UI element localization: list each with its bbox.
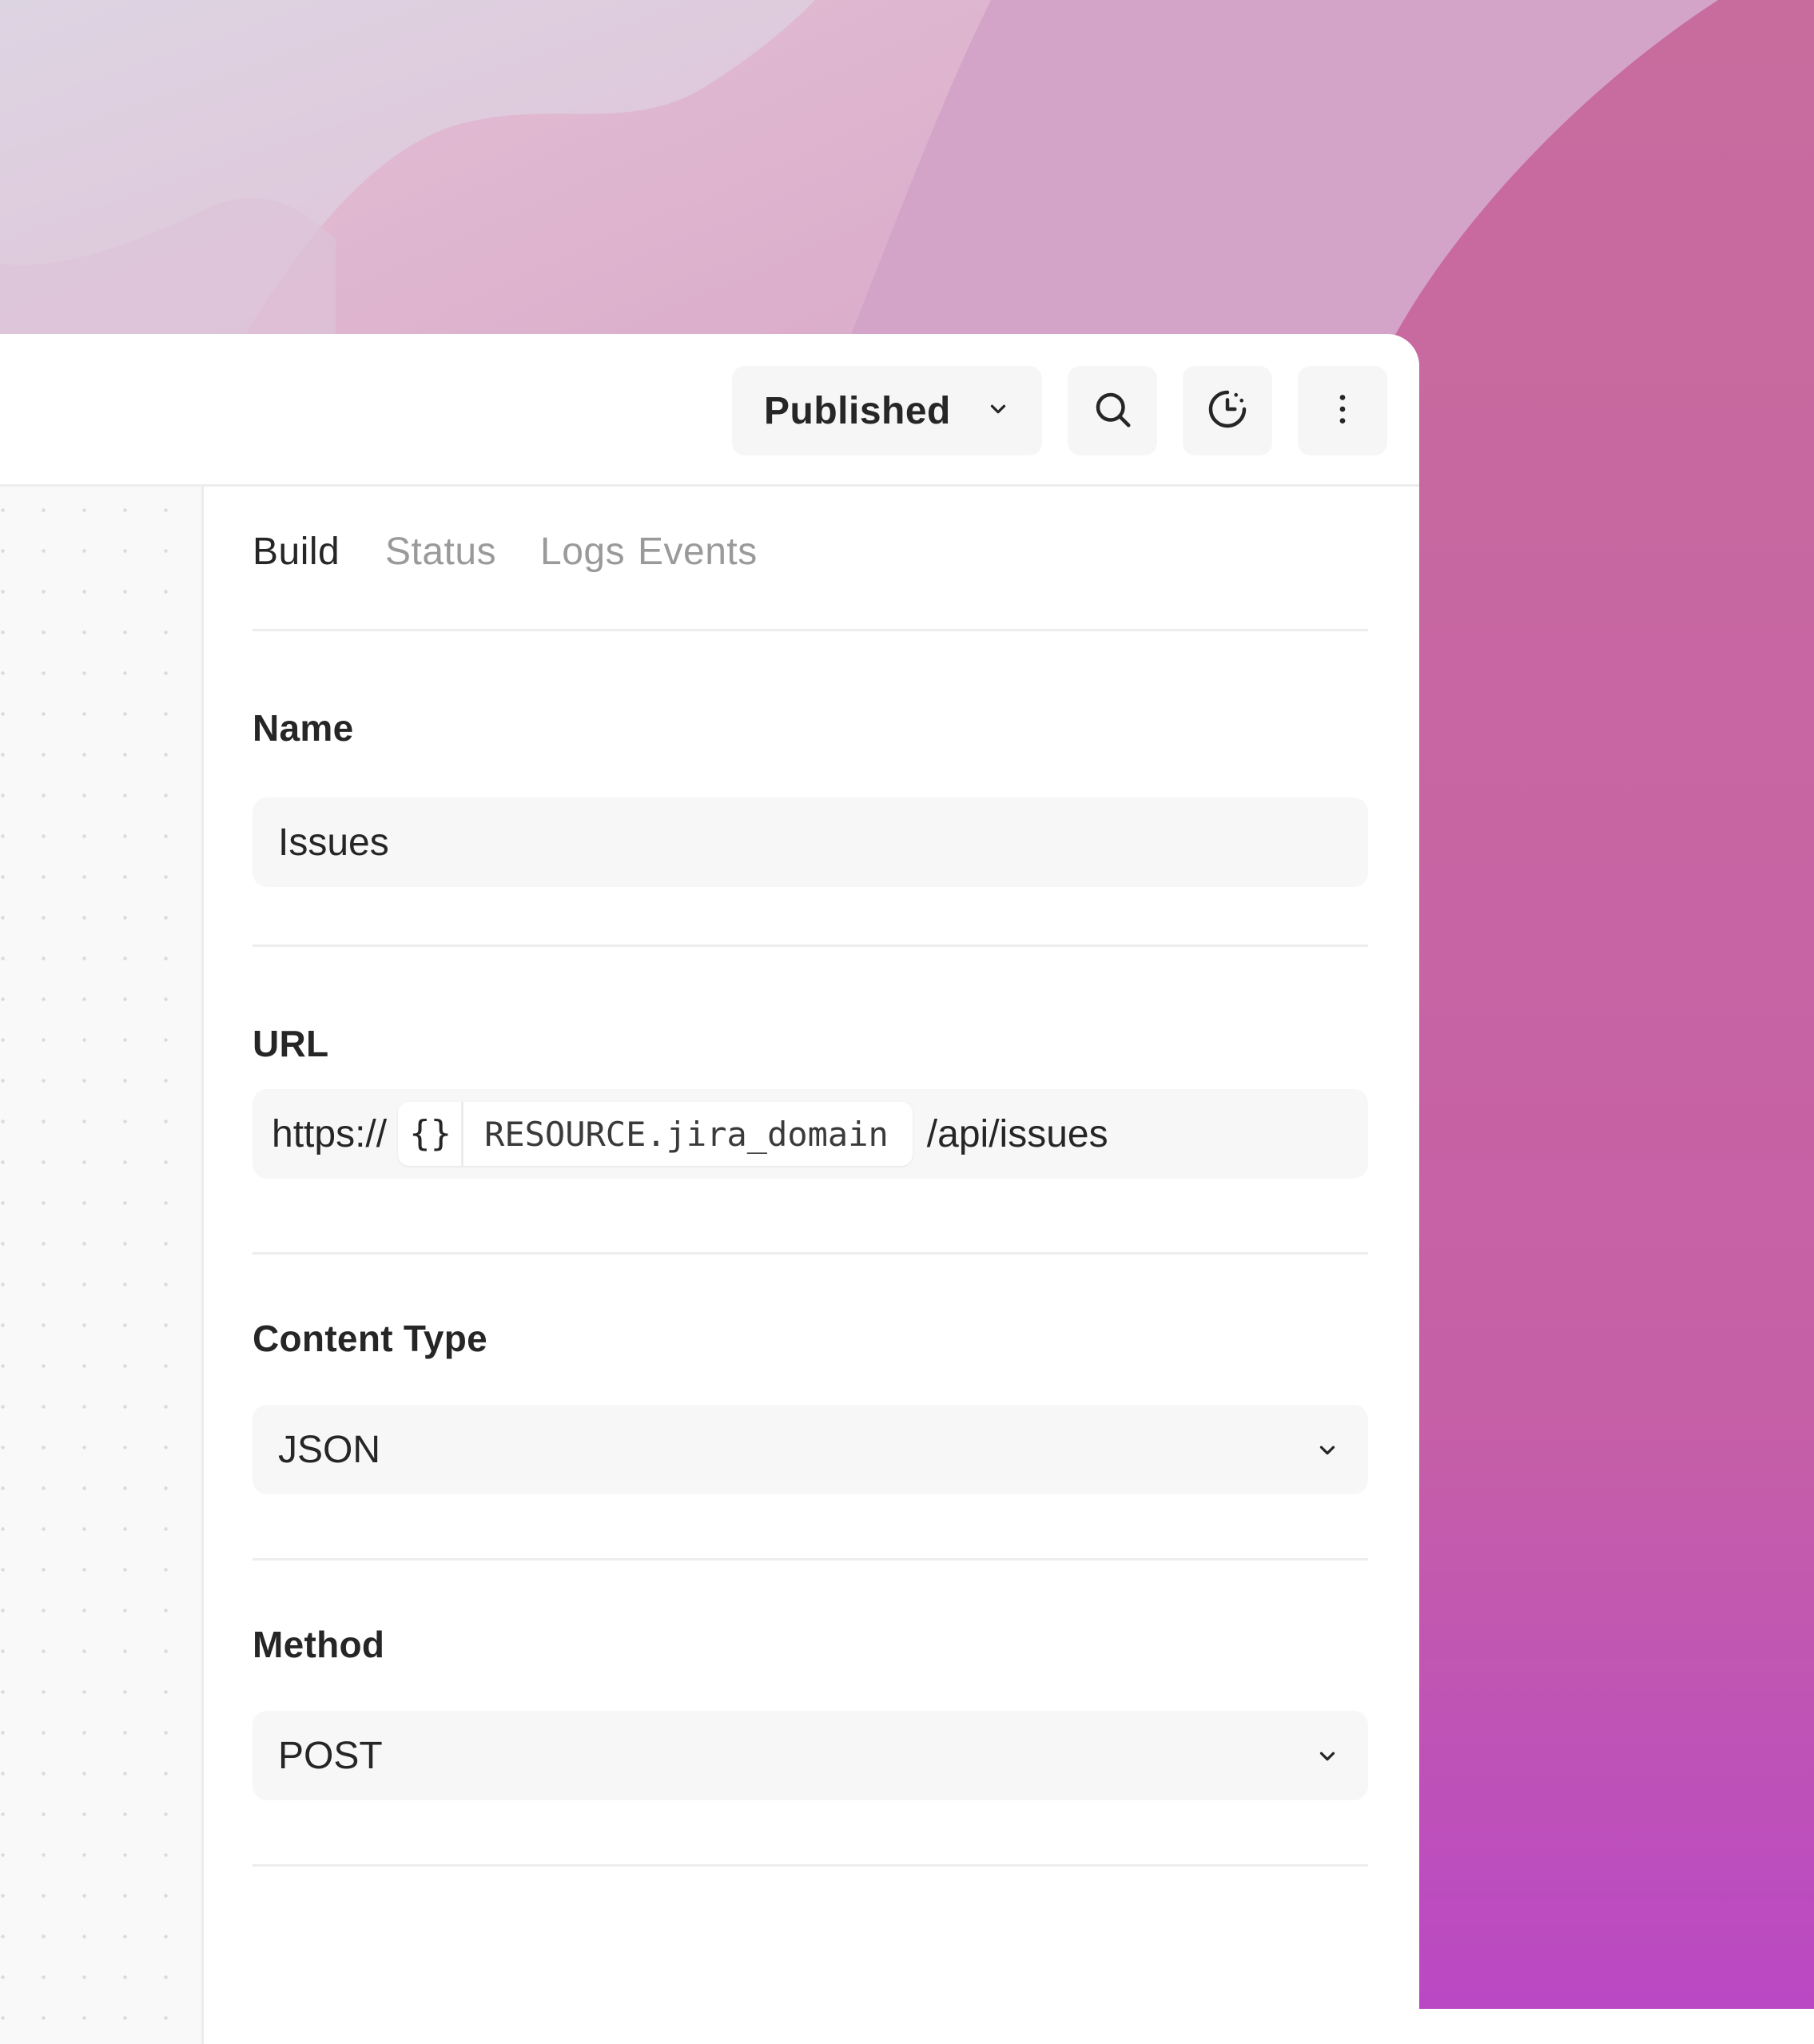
app-window: Published Build Status Logs Event	[0, 334, 1419, 2044]
content-type-label: Content Type	[253, 1317, 487, 1360]
dotted-canvas[interactable]	[0, 487, 204, 2044]
url-prefix: https://	[272, 1112, 387, 1156]
url-suffix: /api/issues	[927, 1112, 1108, 1156]
tab-events[interactable]: Events	[638, 530, 758, 574]
panel-tabs: Build Status Logs Events	[253, 487, 1368, 631]
tab-logs[interactable]: Logs	[540, 530, 625, 574]
chevron-down-icon	[1315, 1734, 1339, 1778]
url-label: URL	[253, 1022, 328, 1065]
history-icon	[1205, 387, 1250, 435]
method-select[interactable]: POST	[253, 1711, 1368, 1800]
properties-panel: Build Status Logs Events Name Issues URL…	[253, 487, 1368, 1867]
content-type-select[interactable]: JSON	[253, 1405, 1368, 1494]
url-section: URL https:// {} RESOURCE.jira_domain /ap…	[253, 947, 1368, 1255]
name-value: Issues	[278, 821, 389, 865]
method-value: POST	[278, 1734, 383, 1778]
name-label: Name	[253, 706, 354, 750]
more-vertical-icon	[1323, 389, 1362, 433]
chevron-down-icon	[1315, 1428, 1339, 1472]
publish-status-dropdown[interactable]: Published	[732, 366, 1042, 455]
chevron-down-icon	[986, 397, 1010, 425]
method-section: Method POST	[253, 1561, 1368, 1867]
braces-icon: {}	[398, 1102, 463, 1166]
search-icon	[1091, 388, 1134, 435]
name-section: Name Issues	[253, 631, 1368, 947]
search-button[interactable]	[1068, 366, 1157, 455]
toolbar: Published	[0, 334, 1419, 487]
url-input[interactable]: https:// {} RESOURCE.jira_domain /api/is…	[253, 1089, 1368, 1179]
name-input[interactable]: Issues	[253, 797, 1368, 887]
variable-chip[interactable]: {} RESOURCE.jira_domain	[398, 1102, 913, 1166]
variable-name: RESOURCE.jira_domain	[463, 1115, 913, 1154]
tab-build[interactable]: Build	[253, 530, 340, 574]
method-label: Method	[253, 1623, 384, 1666]
more-options-button[interactable]	[1298, 366, 1387, 455]
content-type-value: JSON	[278, 1428, 380, 1472]
content-type-section: Content Type JSON	[253, 1255, 1368, 1561]
publish-status-label: Published	[764, 389, 951, 433]
tab-status[interactable]: Status	[385, 530, 496, 574]
history-button[interactable]	[1183, 366, 1272, 455]
